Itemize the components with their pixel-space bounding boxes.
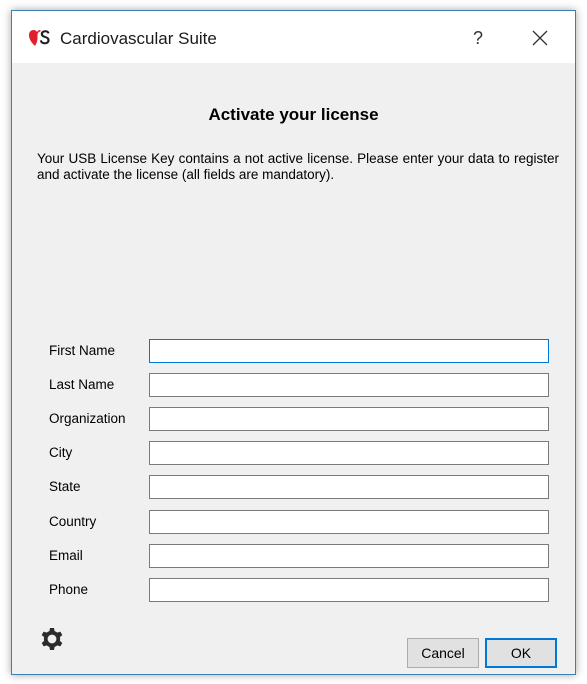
last-name-label: Last Name (49, 377, 115, 392)
email-label: Email (49, 548, 83, 563)
form-row-city: City (12, 441, 575, 465)
app-logo-icon (29, 30, 50, 46)
question-mark-icon: ? (472, 28, 483, 48)
close-icon (532, 30, 548, 46)
country-label: Country (49, 514, 97, 529)
gear-icon[interactable] (40, 627, 64, 651)
help-button[interactable]: ? (460, 23, 496, 53)
ok-button[interactable]: OK (485, 638, 557, 668)
state-label: State (49, 479, 81, 494)
first-name-input[interactable] (149, 339, 549, 363)
license-dialog: Cardiovascular Suite ? Activate your lic… (11, 10, 576, 675)
form-row-organization: Organization (12, 407, 575, 431)
window-title: Cardiovascular Suite (60, 29, 217, 48)
dialog-heading: Activate your license (208, 105, 379, 124)
form-row-phone: Phone (12, 578, 575, 602)
first-name-label: First Name (49, 343, 116, 358)
close-button[interactable] (522, 23, 558, 53)
city-label: City (49, 445, 73, 460)
dialog-description: Your USB License Key contains a not acti… (37, 151, 559, 182)
country-input[interactable] (149, 510, 549, 534)
title-bar: Cardiovascular Suite ? (12, 11, 575, 63)
city-input[interactable] (149, 441, 549, 465)
state-input[interactable] (149, 475, 549, 499)
email-input[interactable] (149, 544, 549, 568)
form-row-first-name: First Name (12, 339, 575, 363)
form-row-last-name: Last Name (12, 373, 575, 397)
organization-label: Organization (49, 411, 126, 426)
phone-input[interactable] (149, 578, 549, 602)
cancel-button[interactable]: Cancel (407, 638, 479, 668)
last-name-input[interactable] (149, 373, 549, 397)
phone-label: Phone (49, 582, 89, 597)
form-row-state: State (12, 475, 575, 499)
organization-input[interactable] (149, 407, 549, 431)
form-row-country: Country (12, 510, 575, 534)
form-row-email: Email (12, 544, 575, 568)
